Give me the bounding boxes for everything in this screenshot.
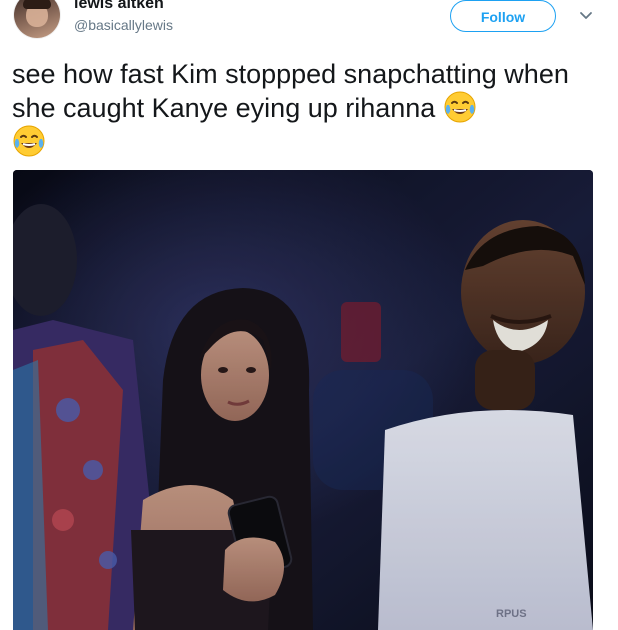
user-handle[interactable]: @basicallylewis: [74, 16, 334, 34]
face-with-tears-of-joy-icon: [12, 124, 46, 158]
tweet-card: lewis aitken @basicallylewis Follow see …: [0, 0, 618, 630]
display-name[interactable]: lewis aitken: [74, 0, 334, 14]
tweet-body: see how fast Kim stoppped snapchatting w…: [12, 59, 569, 123]
follow-button[interactable]: Follow: [450, 0, 556, 32]
user-block[interactable]: lewis aitken @basicallylewis: [74, 0, 334, 34]
video-frame: RPUS: [13, 170, 593, 630]
tweet-text: see how fast Kim stoppped snapchatting w…: [12, 58, 602, 158]
face-with-tears-of-joy-icon: [443, 90, 477, 124]
chevron-down-icon[interactable]: [578, 8, 594, 24]
tweet-media-video[interactable]: RPUS: [13, 170, 593, 630]
avatar[interactable]: [14, 0, 60, 38]
